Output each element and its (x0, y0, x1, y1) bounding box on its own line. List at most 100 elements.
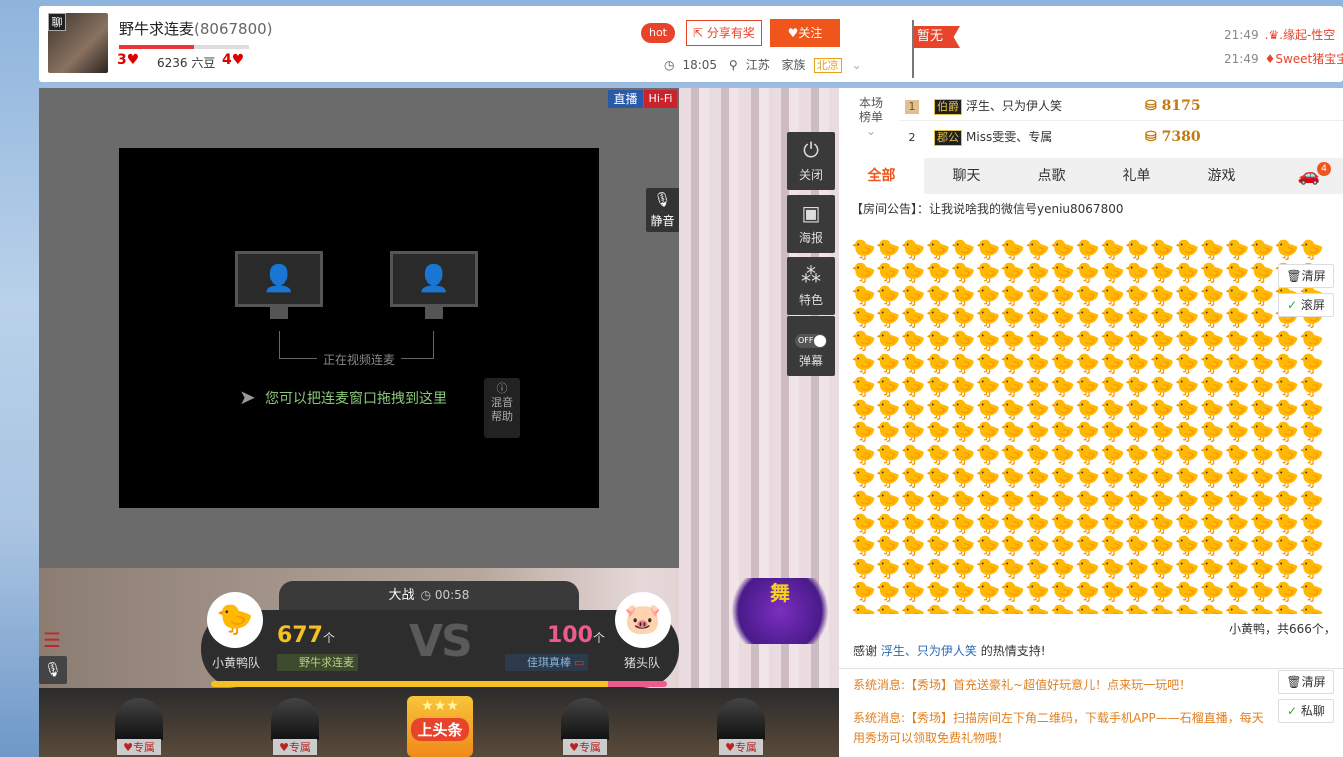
monitor-icon: 👤 (235, 251, 323, 319)
tab-all[interactable]: 全部 (839, 158, 924, 194)
level-progress-fill (119, 45, 195, 49)
left-team-leader[interactable]: 野牛求连麦 (277, 654, 358, 671)
rank-flag[interactable]: 暂无 (914, 26, 960, 48)
rank-coins: ⛁ 8175 (1145, 91, 1201, 121)
rank-number: 2 (908, 131, 916, 144)
anchor-name: 野牛求连麦(8067800) (119, 18, 273, 39)
heart-icon: ♥ (126, 52, 140, 68)
anchor-avatar[interactable]: 聊 (48, 13, 108, 73)
microphone-icon: 🎙 (653, 192, 672, 208)
battle-progress-fill (211, 681, 608, 687)
car-count-badge: 4 (1317, 162, 1331, 176)
coin-icon: ⛁ (1145, 129, 1162, 145)
exclusive-tag-label: 专属 (132, 741, 155, 754)
clear-screen-button[interactable]: 🗑清屏 (1278, 264, 1334, 288)
poster-tool-button[interactable]: ▣ 海报 (787, 195, 835, 253)
check-icon: ✓ (1287, 298, 1301, 312)
microphone-icon[interactable]: 🎙 (39, 656, 67, 684)
family-tag[interactable]: 北凉 (813, 58, 842, 73)
close-label: 关闭 (798, 168, 823, 182)
battle-progress-bar (211, 681, 667, 687)
clear-label: 清屏 (1301, 675, 1326, 689)
share-icon: ⇱ (693, 26, 707, 40)
danmu-tool-button[interactable]: OFF 弹幕 (787, 316, 835, 376)
rank-row[interactable]: 1 伯爵 浮生、只为伊人笑 ⛁ 8175 (899, 91, 1343, 121)
tab-song[interactable]: 点歌 (1009, 158, 1094, 194)
heart-icon: ♥ (787, 26, 799, 40)
family-label: 家族 (781, 58, 806, 72)
exclusive-user[interactable]: ♥专属 (267, 698, 323, 756)
link-mic-window[interactable]: 👤 👤 正在视频连麦 ➤ 您可以把连麦窗口拖拽到这里 ⓘ 混音 帮助 (119, 148, 599, 508)
rank-user-name[interactable]: 浮生、只为伊人笑 (966, 99, 1062, 113)
exclusive-tag: ♥专属 (563, 739, 607, 755)
noble-tag: 郡公 (934, 130, 962, 146)
tab-gift[interactable]: 礼单 (1094, 158, 1179, 194)
tab-game[interactable]: 游戏 (1179, 158, 1264, 194)
mute-button[interactable]: 🎙 静音 (646, 188, 679, 232)
feature-tool-button[interactable]: ⁂ 特色 (787, 257, 835, 315)
score-unit: 个 (592, 631, 605, 645)
room-header: 聊 野牛求连麦(8067800) 3♥ 6236 六豆 4♥ hot ⇱ 分享有… (39, 6, 1343, 82)
score-unit: 个 (322, 631, 335, 645)
message-user[interactable]: ♦Sweet猪宝宝 (1265, 52, 1343, 66)
exclusive-tag: ♥专属 (117, 739, 161, 755)
danmu-label: 弹幕 (798, 354, 823, 368)
level-progress-bar (119, 45, 249, 49)
duck-icon[interactable]: 🐤 (207, 592, 263, 648)
tab-car[interactable]: 🚗 4 (1279, 158, 1339, 194)
exclusive-tag-label: 专属 (734, 741, 757, 754)
thanks-message: 感谢 浮生、只为伊人笑 的热情支持! (853, 642, 1046, 659)
check-icon: ✓ (1287, 704, 1301, 718)
system-message: 系统消息:【秀场】首充送豪礼~超值好玩意儿！点来玩一玩吧！ (853, 678, 1192, 692)
header-message: 21:49 .♛.缘起-性空 (1224, 26, 1335, 43)
poster-label: 海报 (798, 231, 823, 245)
message-user[interactable]: .♛.缘起-性空 (1265, 28, 1336, 42)
thanks-prefix: 感谢 (853, 644, 878, 658)
cursor-icon: ➤ (239, 385, 256, 409)
rank-user-name[interactable]: Miss雯雯、专属 (966, 130, 1052, 144)
exclusive-user[interactable]: ♥专属 (557, 698, 613, 756)
close-tool-button[interactable]: ⏻ 关闭 (787, 132, 835, 190)
anchor-room-id: (8067800) (194, 20, 273, 38)
mix-help-button[interactable]: ⓘ 混音 帮助 (484, 378, 520, 438)
tab-chat[interactable]: 聊天 (924, 158, 1009, 194)
user-icon: 👤 (262, 264, 296, 294)
gift-row: ♥专属 ♥专属 ★★★ 上头条 ♥专属 ♥专属 (39, 688, 839, 757)
thanks-suffix: 的热情支持! (980, 644, 1046, 658)
mute-label: 静音 (650, 214, 675, 228)
vs-label: VS (409, 616, 473, 667)
rank-list-toggle[interactable]: 本场 榜单 ⌄ (849, 96, 893, 152)
private-chat-button[interactable]: ✓ 私聊 (1278, 699, 1334, 723)
right-team-score: 100个 (547, 623, 605, 648)
hot-badge: hot (641, 23, 675, 43)
event-logo[interactable]: 舞 (719, 578, 841, 644)
share-label: 分享有奖 (706, 26, 755, 40)
chevron-down-icon[interactable]: ⌄ (852, 58, 862, 72)
current-level: 3♥ (117, 52, 139, 68)
video-player[interactable]: 直播 Hi-Fi 🎙 静音 👤 👤 正在视频连麦 ➤ 您可以把连麦窗口拖拽到这里 … (39, 88, 679, 568)
menu-icon[interactable]: ☰ (43, 630, 61, 650)
chat-tabs: 全部 聊天 点歌 礼单 游戏 🚗 4 (839, 158, 1343, 194)
divider[interactable] (839, 668, 1343, 669)
exclusive-user[interactable]: ♥专属 (111, 698, 167, 756)
headline-button[interactable]: ★★★ 上头条 (407, 696, 473, 757)
duck-gift-count: 小黄鸭，共666个， (1229, 622, 1336, 636)
location-icon: ⚲ (728, 58, 738, 72)
follow-button[interactable]: ♥关注 (770, 19, 840, 47)
danmu-toggle[interactable]: OFF (795, 334, 827, 348)
trash-icon: 🗑 (1286, 675, 1302, 689)
pig-icon[interactable]: 🐷 (615, 592, 671, 648)
scroll-label: 滚屏 (1300, 298, 1325, 312)
star-icon: ★★★ (421, 698, 459, 714)
right-team-leader[interactable]: 佳琪真棒 ▭ (505, 654, 589, 671)
follow-label: 关注 (798, 26, 823, 40)
live-time: 18:05 (682, 58, 718, 72)
clear-screen-button[interactable]: 🗑清屏 (1278, 670, 1334, 694)
mix-help-line2: 帮助 (491, 410, 513, 423)
share-button[interactable]: ⇱ 分享有奖 (686, 20, 762, 46)
exclusive-user[interactable]: ♥专属 (713, 698, 769, 756)
rank-row[interactable]: 2 郡公 Miss雯雯、专属 ⛁ 7380 (899, 122, 1343, 152)
scroll-screen-button[interactable]: ✓ 滚屏 (1278, 293, 1334, 317)
thanks-user[interactable]: 浮生、只为伊人笑 (881, 644, 977, 658)
avatar (561, 698, 609, 740)
